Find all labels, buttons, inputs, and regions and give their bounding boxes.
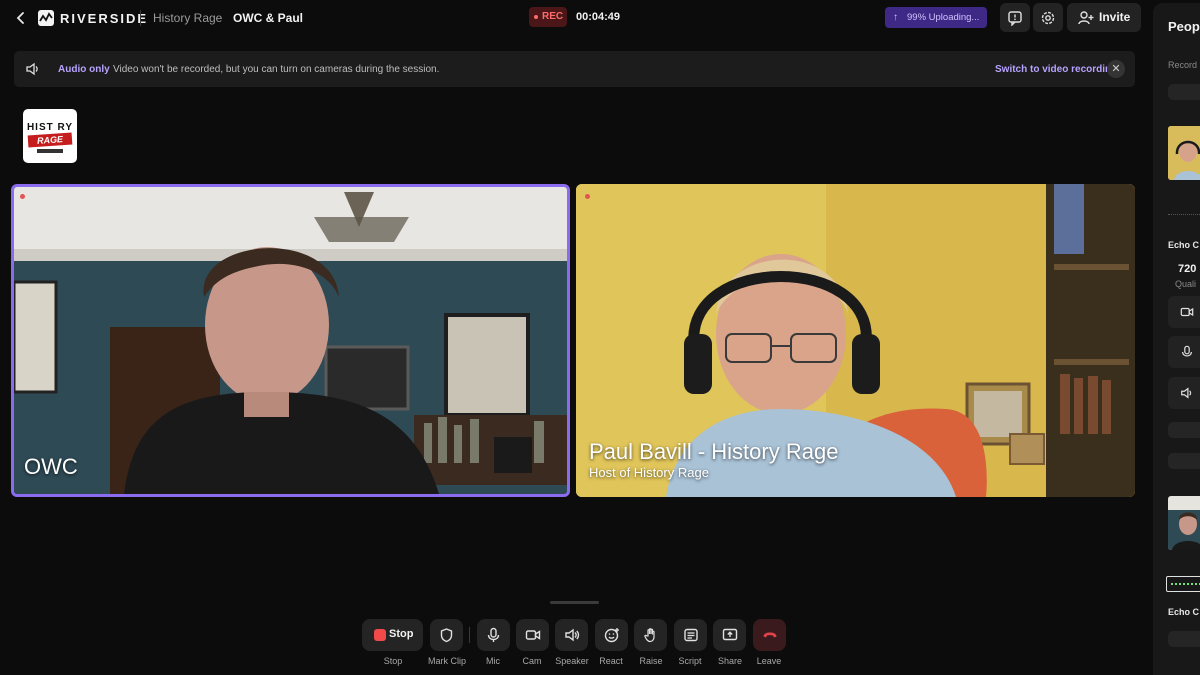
paul-thumbnail-feed: [1168, 126, 1200, 180]
studio-name[interactable]: History Rage: [153, 11, 222, 25]
show-logo: HIST RY RAGE: [23, 109, 77, 163]
brand-name: RIVERSIDE: [60, 11, 149, 26]
gear-icon: [1041, 11, 1055, 25]
panel-speaker-button[interactable]: [1168, 377, 1200, 409]
participant-name: OWC: [24, 454, 78, 479]
show-logo-bar: [37, 149, 63, 153]
share-button[interactable]: [713, 619, 746, 651]
speaker-icon: [26, 62, 38, 76]
invite-label: Invite: [1099, 10, 1131, 24]
toolbar-label-leave: Leave: [756, 656, 782, 666]
echo-cancellation-label: Echo C: [1168, 607, 1200, 617]
panel-title: People: [1168, 19, 1200, 34]
header-divider: [140, 10, 141, 26]
hand-icon: [644, 628, 655, 643]
show-logo-rage-text: RAGE: [27, 132, 73, 148]
riverside-studio: RIVERSIDE History Rage OWC & Paul REC 00…: [0, 0, 1200, 675]
panel-divider: [1168, 214, 1200, 215]
microphone-icon: [487, 627, 500, 642]
settings-button[interactable]: [1033, 3, 1063, 32]
audio-level-meter: [1166, 576, 1200, 592]
hang-up-icon: [763, 632, 777, 638]
stop-square-icon: [374, 629, 386, 641]
chat-alert-icon: [1008, 11, 1022, 26]
add-user-icon: [1078, 11, 1094, 25]
raise-hand-button[interactable]: [634, 619, 667, 651]
script-icon: [684, 628, 698, 642]
stop-recording-button[interactable]: Stop: [362, 619, 423, 651]
banner-message: Video won't be recorded, but you can tur…: [113, 64, 440, 75]
toolbar-divider: [469, 627, 470, 643]
camera-button[interactable]: [516, 619, 549, 651]
quality-value: 720: [1178, 263, 1197, 275]
participant-tile-paul[interactable]: Paul Bavill - History Rage Host of Histo…: [576, 184, 1135, 497]
back-button[interactable]: [12, 9, 30, 27]
speaker-icon: [1181, 387, 1192, 399]
toolbar-drag-handle[interactable]: [550, 601, 599, 604]
participant-thumbnail-paul[interactable]: [1168, 126, 1200, 180]
people-panel: People Record Echo C 720 Quali Echo C: [1153, 3, 1200, 675]
upload-status-button[interactable]: ↑ 99% Uploading...: [885, 7, 987, 28]
toolbar-label-stop: Stop: [383, 656, 403, 666]
smile-plus-icon: [604, 628, 619, 643]
close-banner-button[interactable]: ✕: [1107, 60, 1125, 78]
recording-dot: [585, 194, 590, 199]
leave-button[interactable]: [753, 619, 786, 651]
mark-clip-button[interactable]: [430, 619, 463, 651]
chevron-left-icon: [16, 12, 24, 24]
riverside-logo-icon: [38, 10, 54, 26]
quality-label: Quali: [1175, 279, 1197, 289]
panel-option-bar[interactable]: [1168, 453, 1200, 469]
show-logo-top-text: HIST RY: [26, 122, 74, 133]
top-bar: RIVERSIDE History Rage OWC & Paul REC 00…: [0, 0, 1150, 36]
speaker-button[interactable]: [555, 619, 588, 651]
switch-to-video-link[interactable]: Switch to video recording: [995, 64, 1117, 75]
panel-camera-button[interactable]: [1168, 296, 1200, 328]
recording-timer: 00:04:49: [576, 11, 621, 23]
owc-video-feed: [14, 187, 567, 494]
shield-icon: [440, 628, 453, 643]
recording-section-label: Record: [1168, 60, 1198, 70]
microphone-icon: [1182, 345, 1192, 357]
speaker-icon: [565, 628, 580, 642]
recording-status-bar[interactable]: [1168, 84, 1200, 100]
banner-title: Audio only: [58, 64, 110, 75]
invite-button[interactable]: Invite: [1067, 3, 1141, 32]
panel-option-bar[interactable]: [1168, 631, 1200, 647]
react-button[interactable]: [595, 619, 628, 651]
owc-thumbnail-feed: [1168, 496, 1200, 550]
session-name[interactable]: OWC & Paul: [233, 11, 303, 25]
participant-thumbnail-owc[interactable]: [1168, 496, 1200, 550]
audio-only-banner: Audio only Video won't be recorded, but …: [14, 51, 1135, 87]
share-screen-icon: [722, 628, 738, 641]
participant-name: Paul Bavill - History Rage: [589, 439, 839, 464]
recording-dot: [20, 194, 25, 199]
script-button[interactable]: [674, 619, 707, 651]
upload-status-text: 99% Uploading...: [907, 12, 980, 23]
panel-option-bar[interactable]: [1168, 422, 1200, 438]
stop-button-text: Stop: [389, 628, 414, 640]
panel-mic-button[interactable]: [1168, 336, 1200, 368]
rec-badge: REC: [529, 7, 567, 27]
camera-icon: [525, 630, 541, 640]
participant-subtitle: Host of History Rage: [589, 465, 709, 480]
camera-icon: [1180, 307, 1194, 317]
participant-tile-owc[interactable]: OWC: [11, 184, 570, 497]
arrow-up-icon: ↑: [893, 12, 898, 23]
mic-button[interactable]: [477, 619, 510, 651]
chat-button[interactable]: [1000, 3, 1030, 32]
echo-cancellation-label: Echo C: [1168, 240, 1200, 250]
